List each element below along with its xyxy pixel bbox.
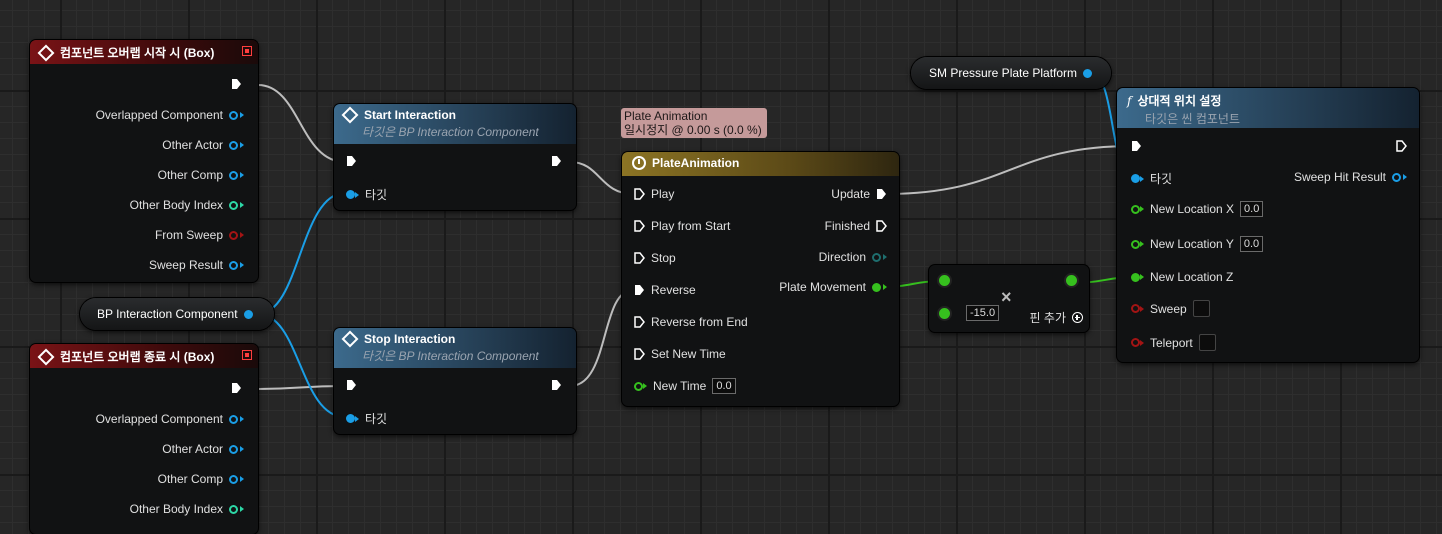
overlapped-component-pin[interactable]: Overlapped Component: [96, 412, 244, 426]
exec-out-pin[interactable]: [231, 78, 242, 90]
event-diamond-icon: [341, 330, 359, 348]
overlapped-component-pin[interactable]: Overlapped Component: [96, 108, 244, 122]
teleport-checkbox[interactable]: [1198, 334, 1216, 351]
event-title: 컴포넌트 오버랩 종료 시 (Box): [60, 350, 215, 364]
function-title: Stop Interaction: [364, 332, 456, 346]
sweep-hit-result-pin[interactable]: Sweep Hit Result: [1294, 170, 1407, 184]
tooltip-title: Plate Animation: [624, 109, 708, 123]
variable-label: BP Interaction Component: [97, 307, 238, 321]
end-overlap-event-node[interactable]: 컴포넌트 오버랩 종료 시 (Box) Overlapped Component…: [30, 344, 258, 534]
stop-pin[interactable]: Stop: [634, 251, 676, 265]
target-pin[interactable]: 타깃: [346, 410, 387, 427]
start-interaction-node[interactable]: Start Interaction 타깃은 BP Interaction Com…: [334, 104, 576, 210]
exec-in-pin[interactable]: [346, 379, 357, 391]
multiply-x-icon: ×: [1001, 287, 1012, 307]
close-x-icon[interactable]: [242, 46, 252, 56]
function-title: Start Interaction: [364, 108, 457, 122]
exec-out-pin[interactable]: [231, 382, 242, 394]
sweep-pin[interactable]: Sweep: [1131, 300, 1210, 317]
exec-wire: [884, 145, 1134, 195]
function-title: 상대적 위치 설정: [1137, 94, 1222, 108]
bp-interaction-component-variable[interactable]: BP Interaction Component: [80, 298, 274, 330]
sweep-checkbox[interactable]: [1192, 300, 1210, 317]
exec-out-pin[interactable]: [551, 379, 562, 391]
new-location-x-field[interactable]: 0.0: [1240, 201, 1264, 217]
function-header: Start Interaction 타깃은 BP Interaction Com…: [334, 104, 576, 144]
event-title: 컴포넌트 오버랩 시작 시 (Box): [60, 46, 215, 60]
function-subtitle: 타깃은 BP Interaction Component: [362, 349, 539, 363]
tooltip-status: 일시정지 @ 0.00 s (0.0 %): [624, 123, 762, 137]
function-header: f 상대적 위치 설정 타깃은 씬 컴포넌트: [1117, 88, 1419, 128]
other-body-index-pin[interactable]: Other Body Index: [130, 502, 244, 516]
object-wire: [257, 313, 346, 418]
direction-pin[interactable]: Direction: [819, 250, 887, 264]
event-diamond-icon: [341, 106, 359, 124]
exec-in-pin[interactable]: [1131, 140, 1142, 152]
float-input-b-pin[interactable]: -15.0: [939, 305, 1000, 321]
new-location-y-pin[interactable]: New Location Y 0.0: [1131, 236, 1264, 252]
exec-out-pin[interactable]: [1396, 140, 1407, 152]
sweep-result-pin[interactable]: Sweep Result: [149, 258, 244, 272]
teleport-pin[interactable]: Teleport: [1131, 334, 1216, 351]
float-output-pin[interactable]: [1066, 275, 1077, 286]
reverse-pin[interactable]: Reverse: [634, 283, 696, 297]
plate-animation-timeline-node[interactable]: PlateAnimation Play Play from Start Stop…: [622, 152, 899, 406]
new-location-y-field[interactable]: 0.0: [1239, 236, 1264, 252]
timeline-header: PlateAnimation: [622, 152, 899, 176]
new-location-z-pin[interactable]: New Location Z: [1131, 270, 1233, 284]
new-time-pin[interactable]: New Time 0.0: [634, 378, 736, 394]
exec-in-pin[interactable]: [346, 155, 357, 167]
function-subtitle: 타깃은 BP Interaction Component: [362, 125, 539, 139]
add-pin-button[interactable]: 핀 추가: [1030, 309, 1083, 326]
plus-circle-icon: [1072, 312, 1083, 323]
plate-movement-pin[interactable]: Plate Movement: [779, 280, 887, 294]
function-f-icon: f: [1127, 93, 1132, 108]
function-header: Stop Interaction 타깃은 BP Interaction Comp…: [334, 328, 576, 368]
sm-pressure-plate-platform-variable[interactable]: SM Pressure Plate Platform: [911, 57, 1111, 89]
multiplier-value-field[interactable]: -15.0: [966, 305, 1000, 321]
exec-out-pin[interactable]: [551, 155, 562, 167]
play-pin[interactable]: Play: [634, 187, 674, 201]
target-pin[interactable]: 타깃: [346, 186, 387, 203]
other-body-index-pin[interactable]: Other Body Index: [130, 198, 244, 212]
exec-wire: [257, 84, 346, 163]
from-sweep-pin[interactable]: From Sweep: [155, 228, 244, 242]
stop-interaction-node[interactable]: Stop Interaction 타깃은 BP Interaction Comp…: [334, 328, 576, 434]
event-header: 컴포넌트 오버랩 종료 시 (Box): [30, 344, 258, 368]
close-x-icon[interactable]: [242, 350, 252, 360]
other-actor-pin[interactable]: Other Actor: [162, 138, 244, 152]
set-new-time-pin[interactable]: Set New Time: [634, 347, 726, 361]
variable-label: SM Pressure Plate Platform: [929, 66, 1078, 80]
set-relative-location-node[interactable]: f 상대적 위치 설정 타깃은 씬 컴포넌트 타깃 Sweep Hit Resul…: [1117, 88, 1419, 362]
update-pin[interactable]: Update: [831, 187, 887, 201]
reverse-from-end-pin[interactable]: Reverse from End: [634, 315, 748, 329]
play-from-start-pin[interactable]: Play from Start: [634, 219, 730, 233]
other-comp-pin[interactable]: Other Comp: [158, 472, 244, 486]
exec-wire: [257, 385, 346, 390]
timeline-title: PlateAnimation: [652, 156, 740, 170]
float-input-a-pin[interactable]: [939, 275, 950, 286]
function-subtitle: 타깃은 씬 컴포넌트: [1145, 112, 1240, 126]
object-wire: [257, 192, 346, 315]
timeline-status-tooltip: Plate Animation 일시정지 @ 0.00 s (0.0 %): [621, 108, 767, 138]
multiply-float-node[interactable]: -15.0 × 핀 추가: [929, 265, 1089, 332]
begin-overlap-event-node[interactable]: 컴포넌트 오버랩 시작 시 (Box) Overlapped Component…: [30, 40, 258, 282]
new-location-x-pin[interactable]: New Location X 0.0: [1131, 201, 1264, 217]
other-comp-pin[interactable]: Other Comp: [158, 168, 244, 182]
event-diamond-icon: [37, 348, 55, 365]
target-pin[interactable]: 타깃: [1131, 170, 1172, 187]
other-actor-pin[interactable]: Other Actor: [162, 442, 244, 456]
new-time-value-field[interactable]: 0.0: [712, 378, 736, 394]
event-header: 컴포넌트 오버랩 시작 시 (Box): [30, 40, 258, 64]
event-diamond-icon: [37, 44, 55, 61]
finished-pin[interactable]: Finished: [825, 219, 887, 233]
clock-icon: [632, 156, 646, 170]
